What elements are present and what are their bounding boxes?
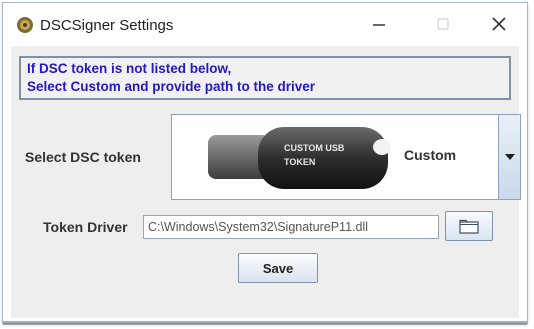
minimize-icon: [373, 24, 385, 26]
save-button[interactable]: Save: [238, 253, 318, 283]
settings-window: DSCSigner Settings If DSC token is not l…: [2, 2, 528, 325]
info-message-line-1: If DSC token is not listed below,: [27, 61, 232, 76]
maximize-icon: [437, 18, 449, 30]
dropdown-arrow-button[interactable]: [498, 115, 520, 199]
app-icon: [17, 17, 33, 33]
title-bar[interactable]: DSCSigner Settings: [3, 3, 527, 46]
close-button[interactable]: [477, 9, 521, 39]
driver-path-field[interactable]: C:\Windows\System32\SignatureP11.dll: [143, 215, 439, 239]
usb-token-image: CUSTOM USB TOKEN: [208, 127, 391, 189]
window-title: DSCSigner Settings: [40, 17, 174, 34]
info-message-box: If DSC token is not listed below, Select…: [19, 56, 511, 100]
folder-icon: [459, 219, 479, 234]
close-icon: [492, 17, 506, 31]
info-message-line-2: Select Custom and provide path to the dr…: [27, 79, 316, 94]
token-select-dropdown[interactable]: CUSTOM USB TOKEN Custom: [171, 114, 521, 200]
usb-token-text-1: CUSTOM USB: [284, 143, 345, 153]
select-token-label: Select DSC token: [25, 149, 141, 165]
browse-button[interactable]: [445, 211, 493, 241]
token-selected-value: Custom: [404, 147, 457, 163]
token-driver-label: Token Driver: [43, 219, 128, 235]
maximize-button[interactable]: [421, 9, 465, 39]
minimize-button[interactable]: [357, 9, 401, 39]
settings-panel: If DSC token is not listed below, Select…: [11, 46, 521, 318]
window-bottom-border: [3, 321, 527, 325]
chevron-down-icon: [504, 153, 515, 160]
usb-token-text-2: TOKEN: [284, 157, 315, 167]
